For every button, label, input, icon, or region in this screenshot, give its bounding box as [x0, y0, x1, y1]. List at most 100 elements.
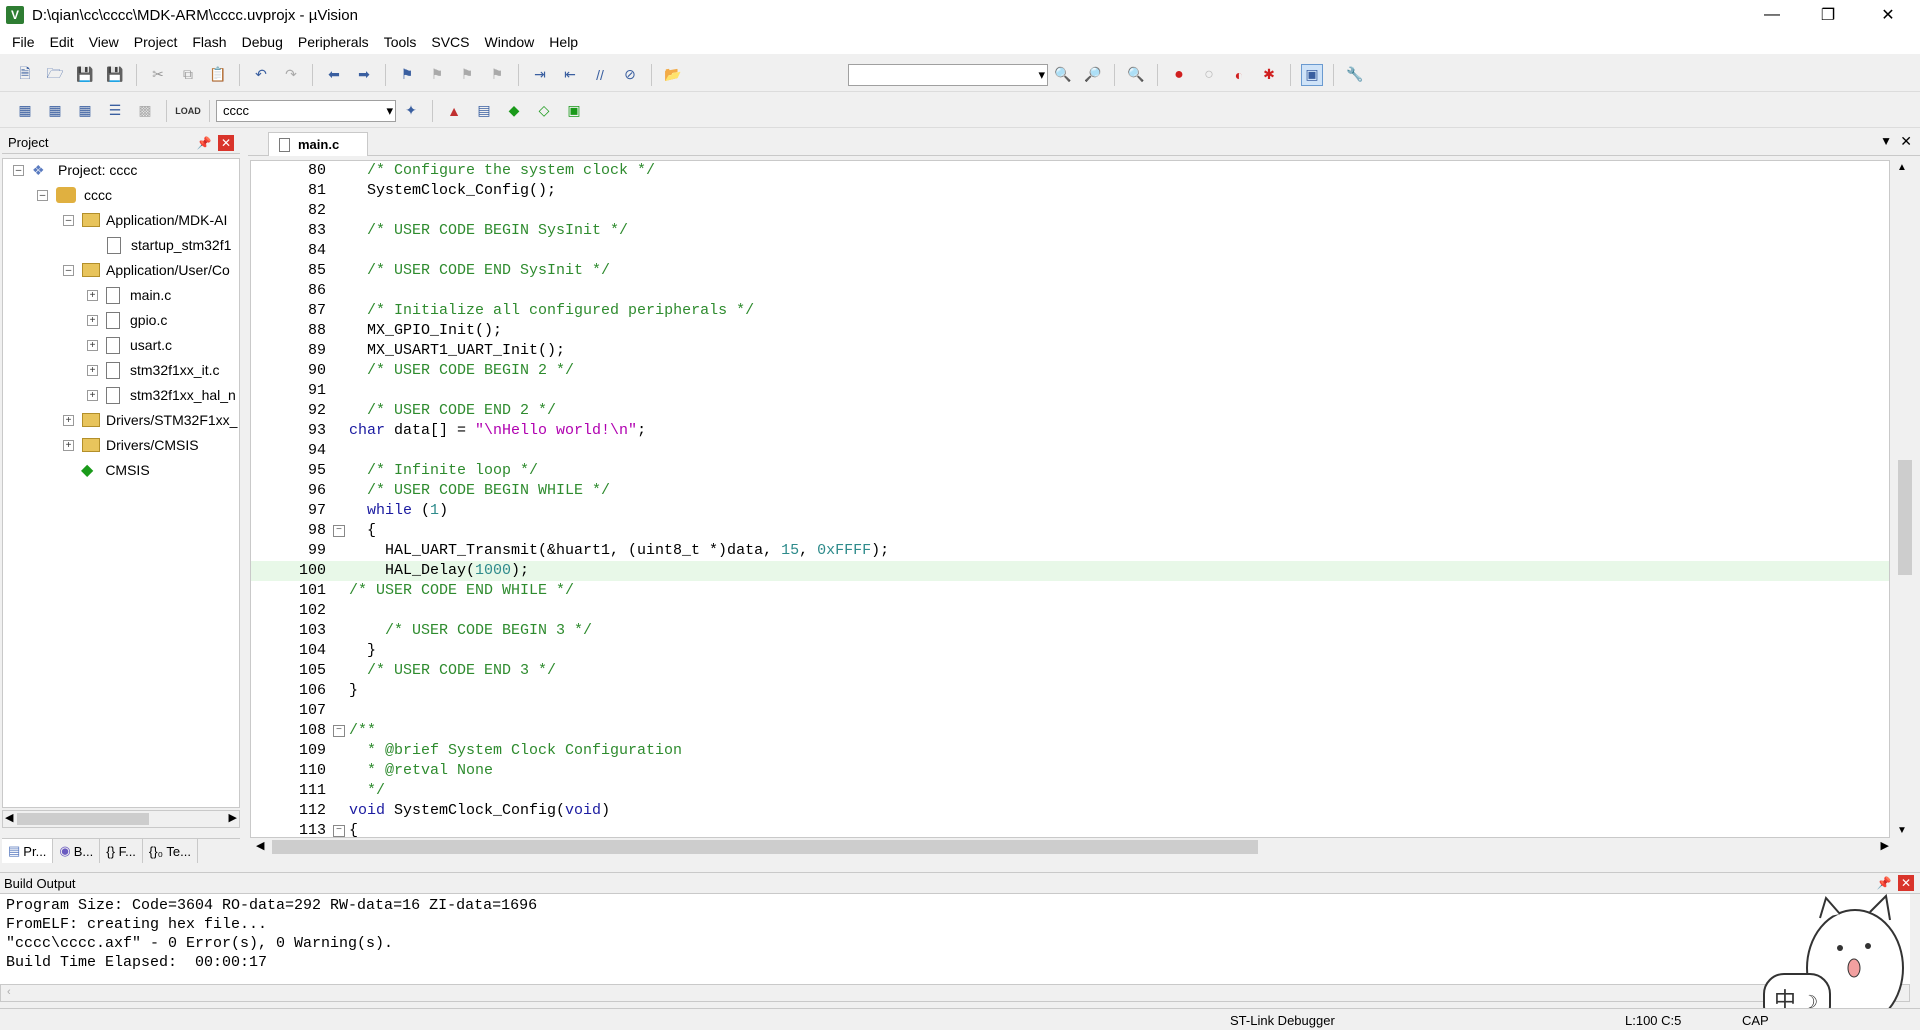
tree-node-target[interactable]: – cccc: [37, 184, 112, 206]
collapse-icon[interactable]: –: [63, 214, 74, 226]
navigate-forward-icon[interactable]: ➡: [353, 64, 375, 86]
code-line[interactable]: 110 * @retval None: [251, 761, 1889, 781]
menu-svcs[interactable]: SVCS: [431, 34, 469, 50]
comment-icon[interactable]: //: [589, 64, 611, 86]
menu-project[interactable]: Project: [134, 34, 178, 50]
expand-icon[interactable]: +: [87, 389, 98, 401]
scroll-left-icon[interactable]: ◀: [5, 811, 13, 824]
code-line[interactable]: 99 HAL_UART_Transmit(&huart1, (uint8_t *…: [251, 541, 1889, 561]
menu-edit[interactable]: Edit: [50, 34, 74, 50]
menu-peripherals[interactable]: Peripherals: [298, 34, 369, 50]
code-line[interactable]: 111 */: [251, 781, 1889, 801]
tree-node-group[interactable]: + Drivers/STM32F1xx_: [63, 409, 237, 431]
menu-flash[interactable]: Flash: [192, 34, 226, 50]
menu-file[interactable]: File: [12, 34, 35, 50]
code-line[interactable]: 107: [251, 701, 1889, 721]
menu-help[interactable]: Help: [549, 34, 578, 50]
scroll-down-icon[interactable]: ▼: [1897, 825, 1907, 836]
manage-components-icon[interactable]: ▲: [443, 100, 465, 122]
batch-build-icon[interactable]: ☰: [104, 100, 126, 122]
breakpoint-disable-all-icon[interactable]: ◐: [1228, 64, 1250, 86]
code-line[interactable]: 93 char data[] = "\nHello world!\n";: [251, 421, 1889, 441]
code-line[interactable]: 112 void SystemClock_Config(void): [251, 801, 1889, 821]
tree-node-file[interactable]: + main.c: [87, 284, 171, 306]
scroll-right-icon[interactable]: ▶: [229, 811, 237, 824]
tree-node-file[interactable]: startup_stm32f1: [107, 234, 231, 256]
menu-view[interactable]: View: [89, 34, 119, 50]
code-line[interactable]: 81 SystemClock_Config();: [251, 181, 1889, 201]
code-line[interactable]: 109 * @brief System Clock Configuration: [251, 741, 1889, 761]
translate-icon[interactable]: ▦: [14, 100, 36, 122]
tab-books[interactable]: ◉ B...: [53, 839, 101, 863]
code-line[interactable]: 105 /* USER CODE END 3 */: [251, 661, 1889, 681]
scrollbar-thumb[interactable]: [17, 813, 149, 825]
collapse-icon[interactable]: –: [13, 164, 24, 176]
undo-icon[interactable]: ↶: [250, 64, 272, 86]
fold-toggle-icon[interactable]: −: [333, 525, 345, 537]
collapse-icon[interactable]: –: [37, 189, 48, 201]
code-line[interactable]: 92 /* USER CODE END 2 */: [251, 401, 1889, 421]
window-layout-icon[interactable]: ▣: [1301, 63, 1323, 86]
project-tree-scrollbar[interactable]: ◀ ▶: [2, 810, 240, 828]
code-line[interactable]: 102: [251, 601, 1889, 621]
tree-node-file[interactable]: + usart.c: [87, 334, 172, 356]
expand-icon[interactable]: +: [87, 364, 98, 376]
target-options-icon[interactable]: ✦: [400, 100, 422, 122]
scrollbar-thumb[interactable]: [272, 840, 1258, 854]
expand-icon[interactable]: +: [63, 439, 74, 451]
breakpoint-insert-icon[interactable]: ●: [1168, 64, 1190, 86]
expand-icon[interactable]: +: [87, 314, 98, 326]
tree-node-group[interactable]: + Drivers/CMSIS: [63, 434, 199, 456]
stop-build-icon[interactable]: ▩: [134, 100, 156, 122]
copy-icon[interactable]: ⧉: [177, 64, 199, 86]
editor-horizontal-scrollbar[interactable]: ◀ ▶: [250, 838, 1895, 856]
code-line[interactable]: 98− {: [251, 521, 1889, 541]
find-combo[interactable]: ▾: [848, 63, 1048, 86]
code-line[interactable]: 97 while (1): [251, 501, 1889, 521]
unindent-icon[interactable]: ⇤: [559, 64, 581, 86]
build-icon[interactable]: ▦: [44, 100, 66, 122]
new-file-icon[interactable]: 🗎: [14, 64, 36, 86]
tree-node-project[interactable]: – ❖ Project: cccc: [13, 159, 137, 181]
debug-session-icon[interactable]: 🔍: [1125, 64, 1147, 86]
indent-icon[interactable]: ⇥: [529, 64, 551, 86]
minimize-button[interactable]: —: [1744, 0, 1800, 30]
code-line[interactable]: 90 /* USER CODE BEGIN 2 */: [251, 361, 1889, 381]
code-line[interactable]: 82: [251, 201, 1889, 221]
load-download-icon[interactable]: LOAD: [175, 100, 201, 122]
close-window-button[interactable]: ✕: [1860, 0, 1916, 30]
code-line[interactable]: 87 /* Initialize all configured peripher…: [251, 301, 1889, 321]
tree-node-component[interactable]: ◆ CMSIS: [81, 459, 150, 481]
find-icon[interactable]: 🔍: [1052, 64, 1074, 86]
tab-main-c[interactable]: main.c: [268, 132, 368, 156]
expand-icon[interactable]: +: [87, 289, 98, 301]
code-line[interactable]: 88 MX_GPIO_Init();: [251, 321, 1889, 341]
bookmark-prev-icon[interactable]: ⚑: [426, 64, 448, 86]
code-line[interactable]: 103 /* USER CODE BEGIN 3 */: [251, 621, 1889, 641]
open-folder-icon[interactable]: 🗁: [44, 64, 66, 86]
code-line[interactable]: 95 /* Infinite loop */: [251, 461, 1889, 481]
code-line[interactable]: 101 /* USER CODE END WHILE */: [251, 581, 1889, 601]
code-line[interactable]: 83 /* USER CODE BEGIN SysInit */: [251, 221, 1889, 241]
bookmark-clear-icon[interactable]: ⚑: [486, 64, 508, 86]
code-line[interactable]: 96 /* USER CODE BEGIN WHILE */: [251, 481, 1889, 501]
code-line[interactable]: 100 HAL_Delay(1000);: [251, 561, 1889, 581]
close-tab-icon[interactable]: ✕: [1900, 133, 1912, 150]
code-line[interactable]: 108−/**: [251, 721, 1889, 741]
expand-icon[interactable]: +: [63, 414, 74, 426]
uncomment-icon[interactable]: ⊘: [619, 64, 641, 86]
code-line[interactable]: 80 /* Configure the system clock */: [251, 161, 1889, 181]
menu-window[interactable]: Window: [485, 34, 535, 50]
save-icon[interactable]: 💾: [74, 64, 96, 86]
incremental-find-icon[interactable]: 🔎: [1082, 64, 1104, 86]
tree-node-file[interactable]: + stm32f1xx_it.c: [87, 359, 219, 381]
tab-templates[interactable]: {}₀ Te...: [143, 839, 198, 863]
code-line[interactable]: 94: [251, 441, 1889, 461]
scrollbar-thumb[interactable]: [1898, 460, 1912, 575]
run-time-environment-icon[interactable]: ▣: [563, 100, 585, 122]
editor-vertical-scrollbar[interactable]: ▲ ▼: [1895, 160, 1915, 838]
scroll-left-icon[interactable]: ‹: [7, 986, 11, 998]
target-select[interactable]: cccc ▾: [216, 99, 396, 122]
select-packs-icon[interactable]: ◇: [533, 100, 555, 122]
tab-list-chevron-icon[interactable]: ▼: [1880, 134, 1892, 148]
